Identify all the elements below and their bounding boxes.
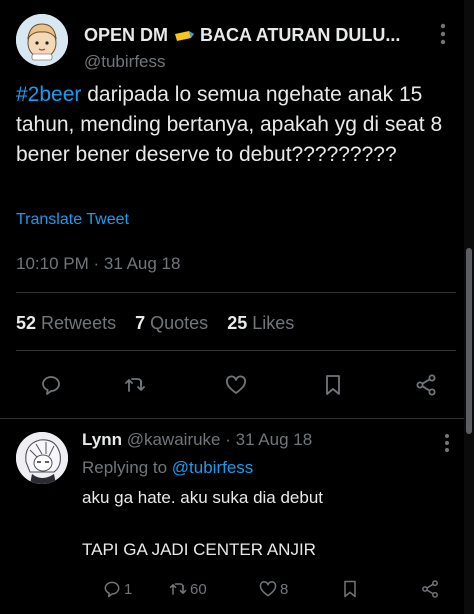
bookmark-icon [344,580,356,598]
more-vertical-icon[interactable] [440,22,446,46]
retweet-icon [169,583,187,595]
avatar-illustration-icon [16,14,68,66]
hashtag-link[interactable]: #2beer [16,83,81,106]
author-name[interactable]: OPEN DM BACA ATURAN DULU... [84,25,400,46]
speech-bubble-icon [104,581,120,598]
retweet-icon [125,378,145,392]
bookmark-button[interactable] [316,368,350,402]
retweet-count: 60 [190,580,207,598]
share-icon [422,580,438,598]
retweets-label: Retweets [41,313,117,333]
quotes-stat[interactable]: 7 Quotes [135,313,208,333]
heart-icon [226,375,246,394]
tweet-stats: 52 Retweets 7 Quotes 25 Likes [16,313,294,334]
replying-to: Replying to @tubirfess [82,458,253,478]
reply-text: aku ga hate. aku suka dia debut TAPI GA … [82,486,452,562]
speech-bubble-icon [42,376,60,395]
tweet-timestamp[interactable]: 10:10 PM · 31 Aug 18 [16,254,180,274]
translate-tweet-link[interactable]: Translate Tweet [16,211,129,229]
more-vertical-icon[interactable] [444,432,450,454]
likes-stat[interactable]: 25 Likes [227,313,294,333]
author-name-part1: OPEN DM [84,25,169,45]
quotes-count: 7 [135,313,146,333]
quotes-label: Quotes [150,313,209,333]
reply-button[interactable] [34,368,68,402]
tweet-actions [0,368,464,402]
reply-author-avatar[interactable] [16,432,68,484]
scrollbar-track[interactable] [464,0,474,614]
like-count: 8 [280,580,289,598]
bookmark-icon [326,375,340,395]
reply-meta: Lynn @kawairuke · 31 Aug 18 [82,430,312,450]
author-handle[interactable]: @tubirfess [84,52,166,72]
share-icon [416,374,436,396]
likes-label: Likes [252,313,295,333]
retweets-stat[interactable]: 52 Retweets [16,313,116,333]
retweets-count: 52 [16,313,37,333]
reply-like-button[interactable]: 8 [258,576,288,602]
divider [16,292,456,293]
reply-share-button[interactable] [420,576,442,602]
replying-to-handle[interactable]: @tubirfess [172,458,254,477]
reply-count: 1 [124,580,133,598]
reply-handle-date[interactable]: @kawairuke · 31 Aug 18 [127,430,312,449]
reply-actions: 1 60 8 [82,576,452,602]
reply-text-line: aku ga hate. aku suka dia debut [82,488,324,507]
likes-count: 25 [227,313,248,333]
author-avatar[interactable] [16,14,68,66]
divider [0,418,474,419]
retweet-button[interactable] [118,368,152,402]
pencil-emoji-icon [175,31,195,42]
reply-author-name[interactable]: Lynn [82,430,122,449]
reply-bookmark-button[interactable] [340,576,362,602]
scrollbar-thumb[interactable] [466,248,472,434]
tweet-header: OPEN DM BACA ATURAN DULU... @tubirfess [16,14,456,74]
reply-reply-button[interactable]: 1 [102,576,132,602]
divider [16,350,456,351]
avatar-illustration-icon [16,432,68,484]
tweet-text: #2beer daripada lo semua ngehate anak 15… [16,80,456,170]
replying-prefix: Replying to [82,458,168,477]
share-button[interactable] [409,368,443,402]
heart-icon [259,581,277,597]
like-button[interactable] [219,368,253,402]
reply-text-line: TAPI GA JADI CENTER ANJIR [82,540,316,559]
reply-retweet-button[interactable]: 60 [168,576,207,602]
author-name-part2: BACA ATURAN DULU... [200,25,401,45]
